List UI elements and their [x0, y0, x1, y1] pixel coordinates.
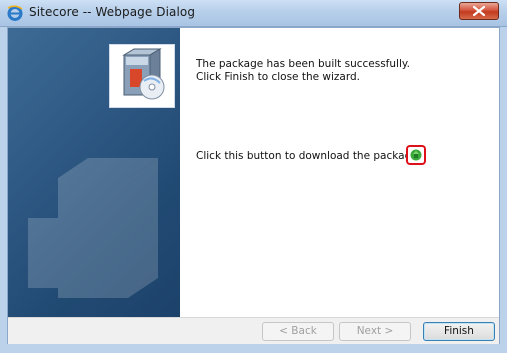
close-icon	[473, 6, 485, 16]
download-package-icon	[410, 149, 422, 161]
success-message: The package has been built successfully.…	[196, 58, 410, 84]
download-label: Click this button to download the packag…	[196, 150, 422, 162]
sidebar-watermark-icon	[28, 158, 168, 317]
download-package-button[interactable]	[406, 145, 426, 165]
message-line-1: The package has been built successfully.	[196, 58, 410, 70]
dialog-client-area: The package has been built successfully.…	[7, 27, 500, 344]
window-title: Sitecore -- Webpage Dialog	[29, 5, 196, 19]
title-bar[interactable]: Sitecore -- Webpage Dialog	[0, 0, 507, 27]
back-button[interactable]: < Back	[262, 322, 334, 341]
next-button[interactable]: Next >	[339, 322, 411, 341]
ie-icon	[7, 5, 23, 21]
finish-button[interactable]: Finish	[423, 322, 495, 341]
wizard-sidebar	[8, 28, 180, 317]
message-line-2: Click Finish to close the wizard.	[196, 71, 361, 83]
close-button[interactable]	[459, 2, 499, 20]
wizard-content: The package has been built successfully.…	[180, 28, 499, 317]
wizard-footer: < Back Next > Finish	[8, 317, 499, 344]
dialog-window: Sitecore -- Webpage Dialog The package h…	[0, 0, 507, 353]
package-box-icon	[109, 44, 175, 108]
